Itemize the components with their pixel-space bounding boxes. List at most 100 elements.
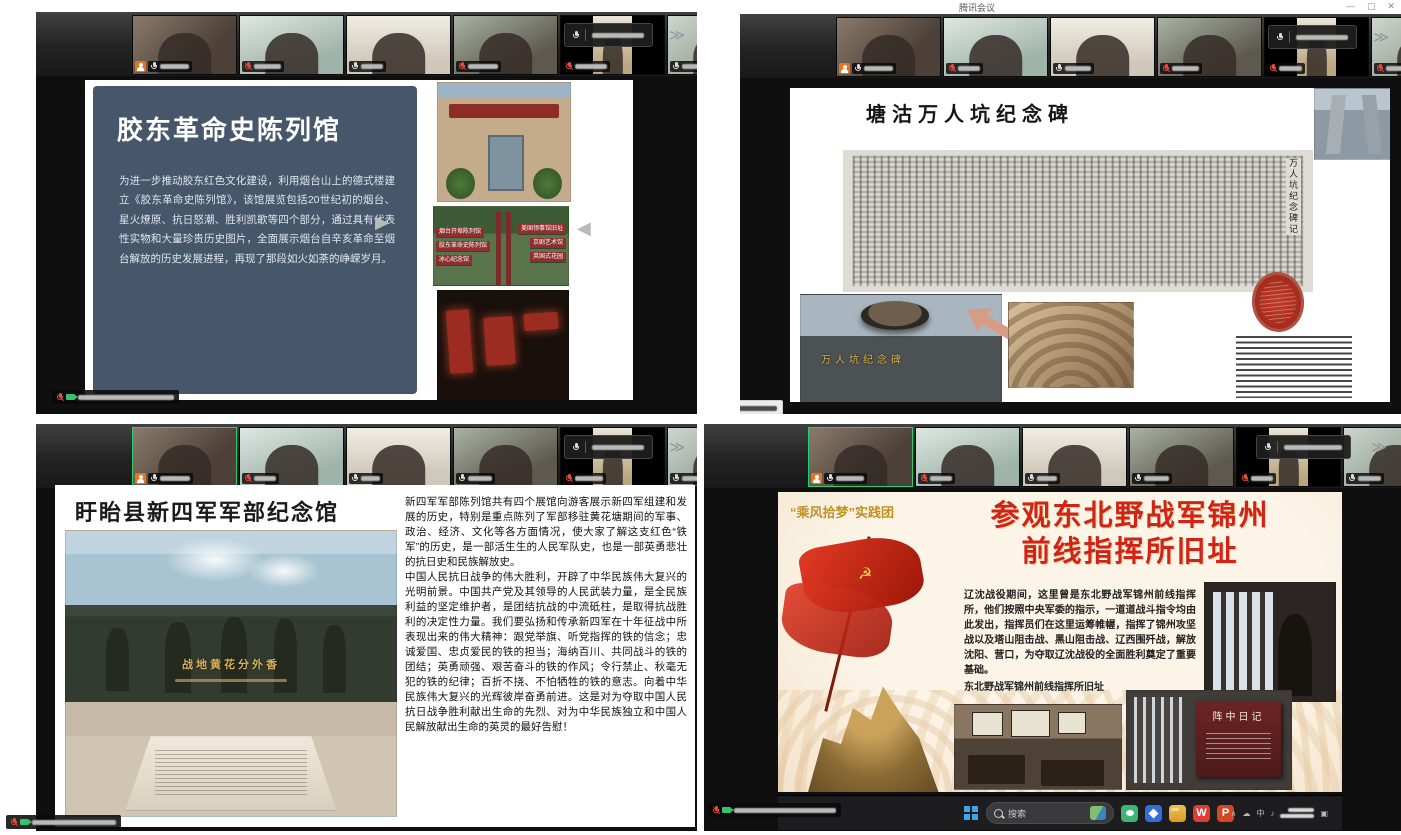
meeting-screenshot-top-left: ≫ 胶东革命史陈列馆 为进一步推动胶东红色文化建设，利用烟台山上的德式楼建立《胶… [36,12,697,414]
collapse-strip-icon[interactable]: ≫ [1371,440,1387,455]
taskbar-clock[interactable] [1280,808,1314,818]
collapse-strip-icon[interactable]: ≫ [1373,30,1389,45]
clock-date-blur [1280,814,1314,818]
participant-name-pill [148,61,192,72]
scanned-inscription: 万人坑纪念碑记 [843,150,1313,292]
share-status-text-blur [32,820,116,825]
wechat-icon[interactable] [1121,805,1138,822]
wps-icon[interactable]: W [1193,805,1210,822]
participant-video-tile[interactable] [132,15,237,75]
participant-video-tile[interactable] [346,427,451,487]
tray-volume-icon[interactable]: ♪ [1270,809,1274,818]
sign-label: 英国式花园 [530,252,566,262]
screen-share-status [6,815,121,829]
participant-video-tile[interactable] [808,427,913,487]
participant-name-blur [1065,66,1091,71]
file-explorer-icon[interactable] [1169,805,1186,822]
practice-team-label: “乘风拾梦”实践团 [790,502,894,521]
share-status-text-blur [740,406,777,411]
speaker-name-blur [1296,35,1348,40]
ring-sculpture [861,301,929,329]
mic-icon [151,474,157,483]
participant-name-pill [1267,63,1305,74]
slide-title: 参观东北野战军锦州 前线指挥所旧址 [928,498,1332,570]
participant-label [1239,473,1276,484]
participant-video-tile[interactable] [1343,427,1401,487]
close-button[interactable]: ✕ [1387,1,1395,12]
participant-name-blur [361,64,383,69]
share-status-text-blur [734,808,836,813]
participant-video-tile[interactable] [1129,427,1234,487]
participant-name-blur [1251,476,1273,481]
taskbar-search[interactable]: 搜索 [986,802,1114,824]
participant-video-tile[interactable] [132,427,237,487]
participant-video-tile[interactable] [1371,17,1401,77]
participant-name-pill [242,61,284,72]
participant-name-pill [563,61,610,72]
participant-name-pill [1239,473,1276,484]
mic-icon [855,64,861,73]
participant-video-tile[interactable] [1050,17,1155,77]
participant-name-pill [148,473,193,484]
participant-video-tile[interactable] [667,15,697,75]
diary-panel-title: 阵中日记 [1196,708,1281,723]
party-emblem-icon: ☭ [858,564,872,584]
participant-video-tile[interactable] [453,427,558,487]
participant-video-tile[interactable] [1157,17,1262,77]
photo-memorial-hall: 战地黄花分外香 [65,530,397,817]
presenter-badge-icon [135,473,146,484]
participant-label [1160,63,1202,74]
mic-muted-icon [11,818,17,827]
participant-name-pill [824,473,867,484]
participant-name-blur [1172,66,1199,71]
photo-signpost: 烟台开埠陈列馆 胶东革命史陈列馆 冰心纪念馆 美国领事馆旧址 京剧艺术馆 英国式… [433,206,569,286]
slide-title: 胶东革命史陈列馆 [117,110,341,147]
maximize-button[interactable]: ▢ [1367,1,1376,12]
photo-visitor-window [1204,582,1336,702]
participant-name-blur [468,476,492,481]
mic-icon [673,474,679,483]
caption-text-blur [1236,336,1352,398]
participant-video-tile[interactable] [943,17,1048,77]
participant-label [563,473,606,484]
collapse-strip-icon[interactable]: ≫ [669,440,685,455]
participant-label [563,61,610,72]
mic-icon [673,62,679,71]
tray-ime-icon[interactable]: 中 [1256,808,1264,819]
tray-chevron-icon[interactable]: ∧ [1231,809,1237,818]
participant-name-pill [670,61,697,72]
participant-video-tile[interactable] [239,15,344,75]
participant-video-tile[interactable] [836,17,941,77]
participant-video-tile[interactable] [239,427,344,487]
speaking-indicator [564,23,653,47]
mic-muted-icon [1270,64,1276,73]
mic-icon [151,62,157,71]
notification-icon[interactable]: ▣ [1320,809,1328,818]
participant-video-tile[interactable] [915,427,1020,487]
participant-name-blur [682,64,697,69]
participant-video-tile[interactable] [346,15,451,75]
camera-icon [722,807,731,813]
diary-panel-text-blur [1206,733,1271,764]
screen-share-status [52,390,179,404]
participant-name-pill [1374,63,1401,74]
participant-video-tile[interactable] [453,15,558,75]
mic-muted-icon [566,474,572,483]
participant-video-tile[interactable] [1022,427,1127,487]
participant-video-tile[interactable] [667,427,697,487]
slide-body-text: 辽沈战役期间，这里曾是东北野战军锦州前线指挥所，他们按照中央军委的指示，一道道战… [964,588,1196,695]
minimize-button[interactable]: — [1346,1,1355,12]
participant-name-blur [1358,476,1381,481]
collapse-strip-icon[interactable]: ≫ [669,28,685,43]
mic-icon [573,31,579,40]
presenter-badge-icon [811,473,822,484]
speaker-name-blur [592,33,644,38]
tray-cloud-icon[interactable]: ☁ [1242,809,1250,818]
start-button[interactable] [964,806,979,821]
mic-icon [1265,443,1271,452]
photos-app-icon[interactable] [1145,805,1162,822]
participant-name-blur [1144,476,1169,481]
participant-name-blur [160,476,190,481]
participant-name-pill [349,473,383,484]
slide-text-panel: 胶东革命史陈列馆 为进一步推动胶东红色文化建设，利用烟台山上的德式楼建立《胶东革… [93,86,417,394]
